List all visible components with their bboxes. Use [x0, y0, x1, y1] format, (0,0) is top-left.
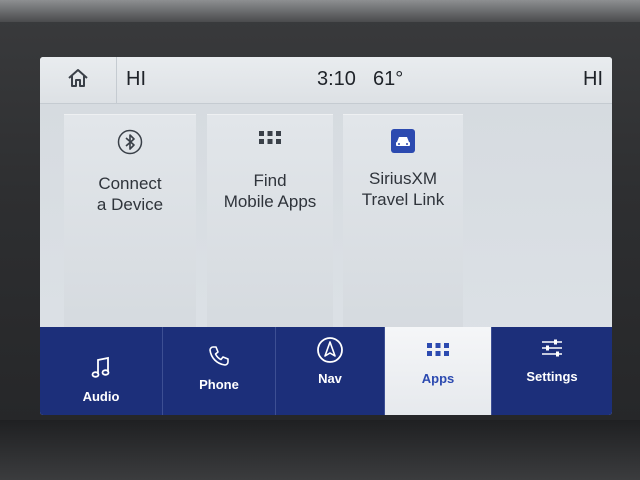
phone-icon — [207, 343, 231, 369]
sliders-icon — [540, 335, 564, 361]
bottom-nav-bar: Audio Phone Nav Apps Settings — [40, 327, 612, 415]
nav-item-nav[interactable]: Nav — [276, 327, 385, 415]
bezel-top-sheen — [0, 0, 640, 22]
nav-label: Phone — [199, 377, 239, 392]
nav-label: Settings — [526, 369, 578, 384]
nav-label: Nav — [318, 371, 342, 386]
left-temperature[interactable]: HI — [126, 68, 146, 91]
nav-item-phone[interactable]: Phone — [163, 327, 276, 415]
grid-icon — [426, 337, 450, 363]
bluetooth-icon — [64, 129, 196, 155]
bezel-bottom — [0, 420, 640, 480]
touch-screen: HI 3:10 61° HI Connect a Device Find Mob… — [40, 57, 612, 415]
nav-item-settings[interactable]: Settings — [492, 327, 612, 415]
tile-label-line1: SiriusXM — [368, 169, 437, 188]
nav-item-apps[interactable]: Apps — [385, 327, 492, 415]
grid-icon — [207, 129, 333, 147]
nav-label: Apps — [421, 371, 455, 386]
apps-panel: Connect a Device Find Mobile Apps Sirius… — [40, 104, 612, 351]
connect-device-tile[interactable]: Connect a Device — [64, 114, 196, 351]
outside-temperature: 61° — [373, 68, 404, 90]
tile-label-line2: Travel Link — [361, 190, 445, 209]
tile-label-line2: a Device — [96, 195, 164, 214]
nav-item-audio[interactable]: Audio — [40, 327, 163, 415]
tile-label-line1: Find — [253, 171, 287, 190]
car-icon — [343, 129, 463, 153]
navigation-icon — [316, 337, 344, 363]
tile-label-line1: Connect — [98, 174, 162, 193]
music-note-icon — [91, 355, 111, 381]
home-icon — [66, 67, 90, 94]
tile-label-line2: Mobile Apps — [223, 192, 317, 211]
right-temperature[interactable]: HI — [583, 68, 603, 91]
status-bar: HI 3:10 61° HI — [40, 57, 612, 104]
home-button[interactable] — [40, 57, 117, 103]
nav-label: Audio — [82, 389, 120, 404]
siriusxm-travel-link-tile[interactable]: SiriusXM Travel Link — [343, 114, 463, 351]
clock: 3:10 — [317, 68, 356, 90]
find-mobile-apps-tile[interactable]: Find Mobile Apps — [207, 114, 333, 351]
